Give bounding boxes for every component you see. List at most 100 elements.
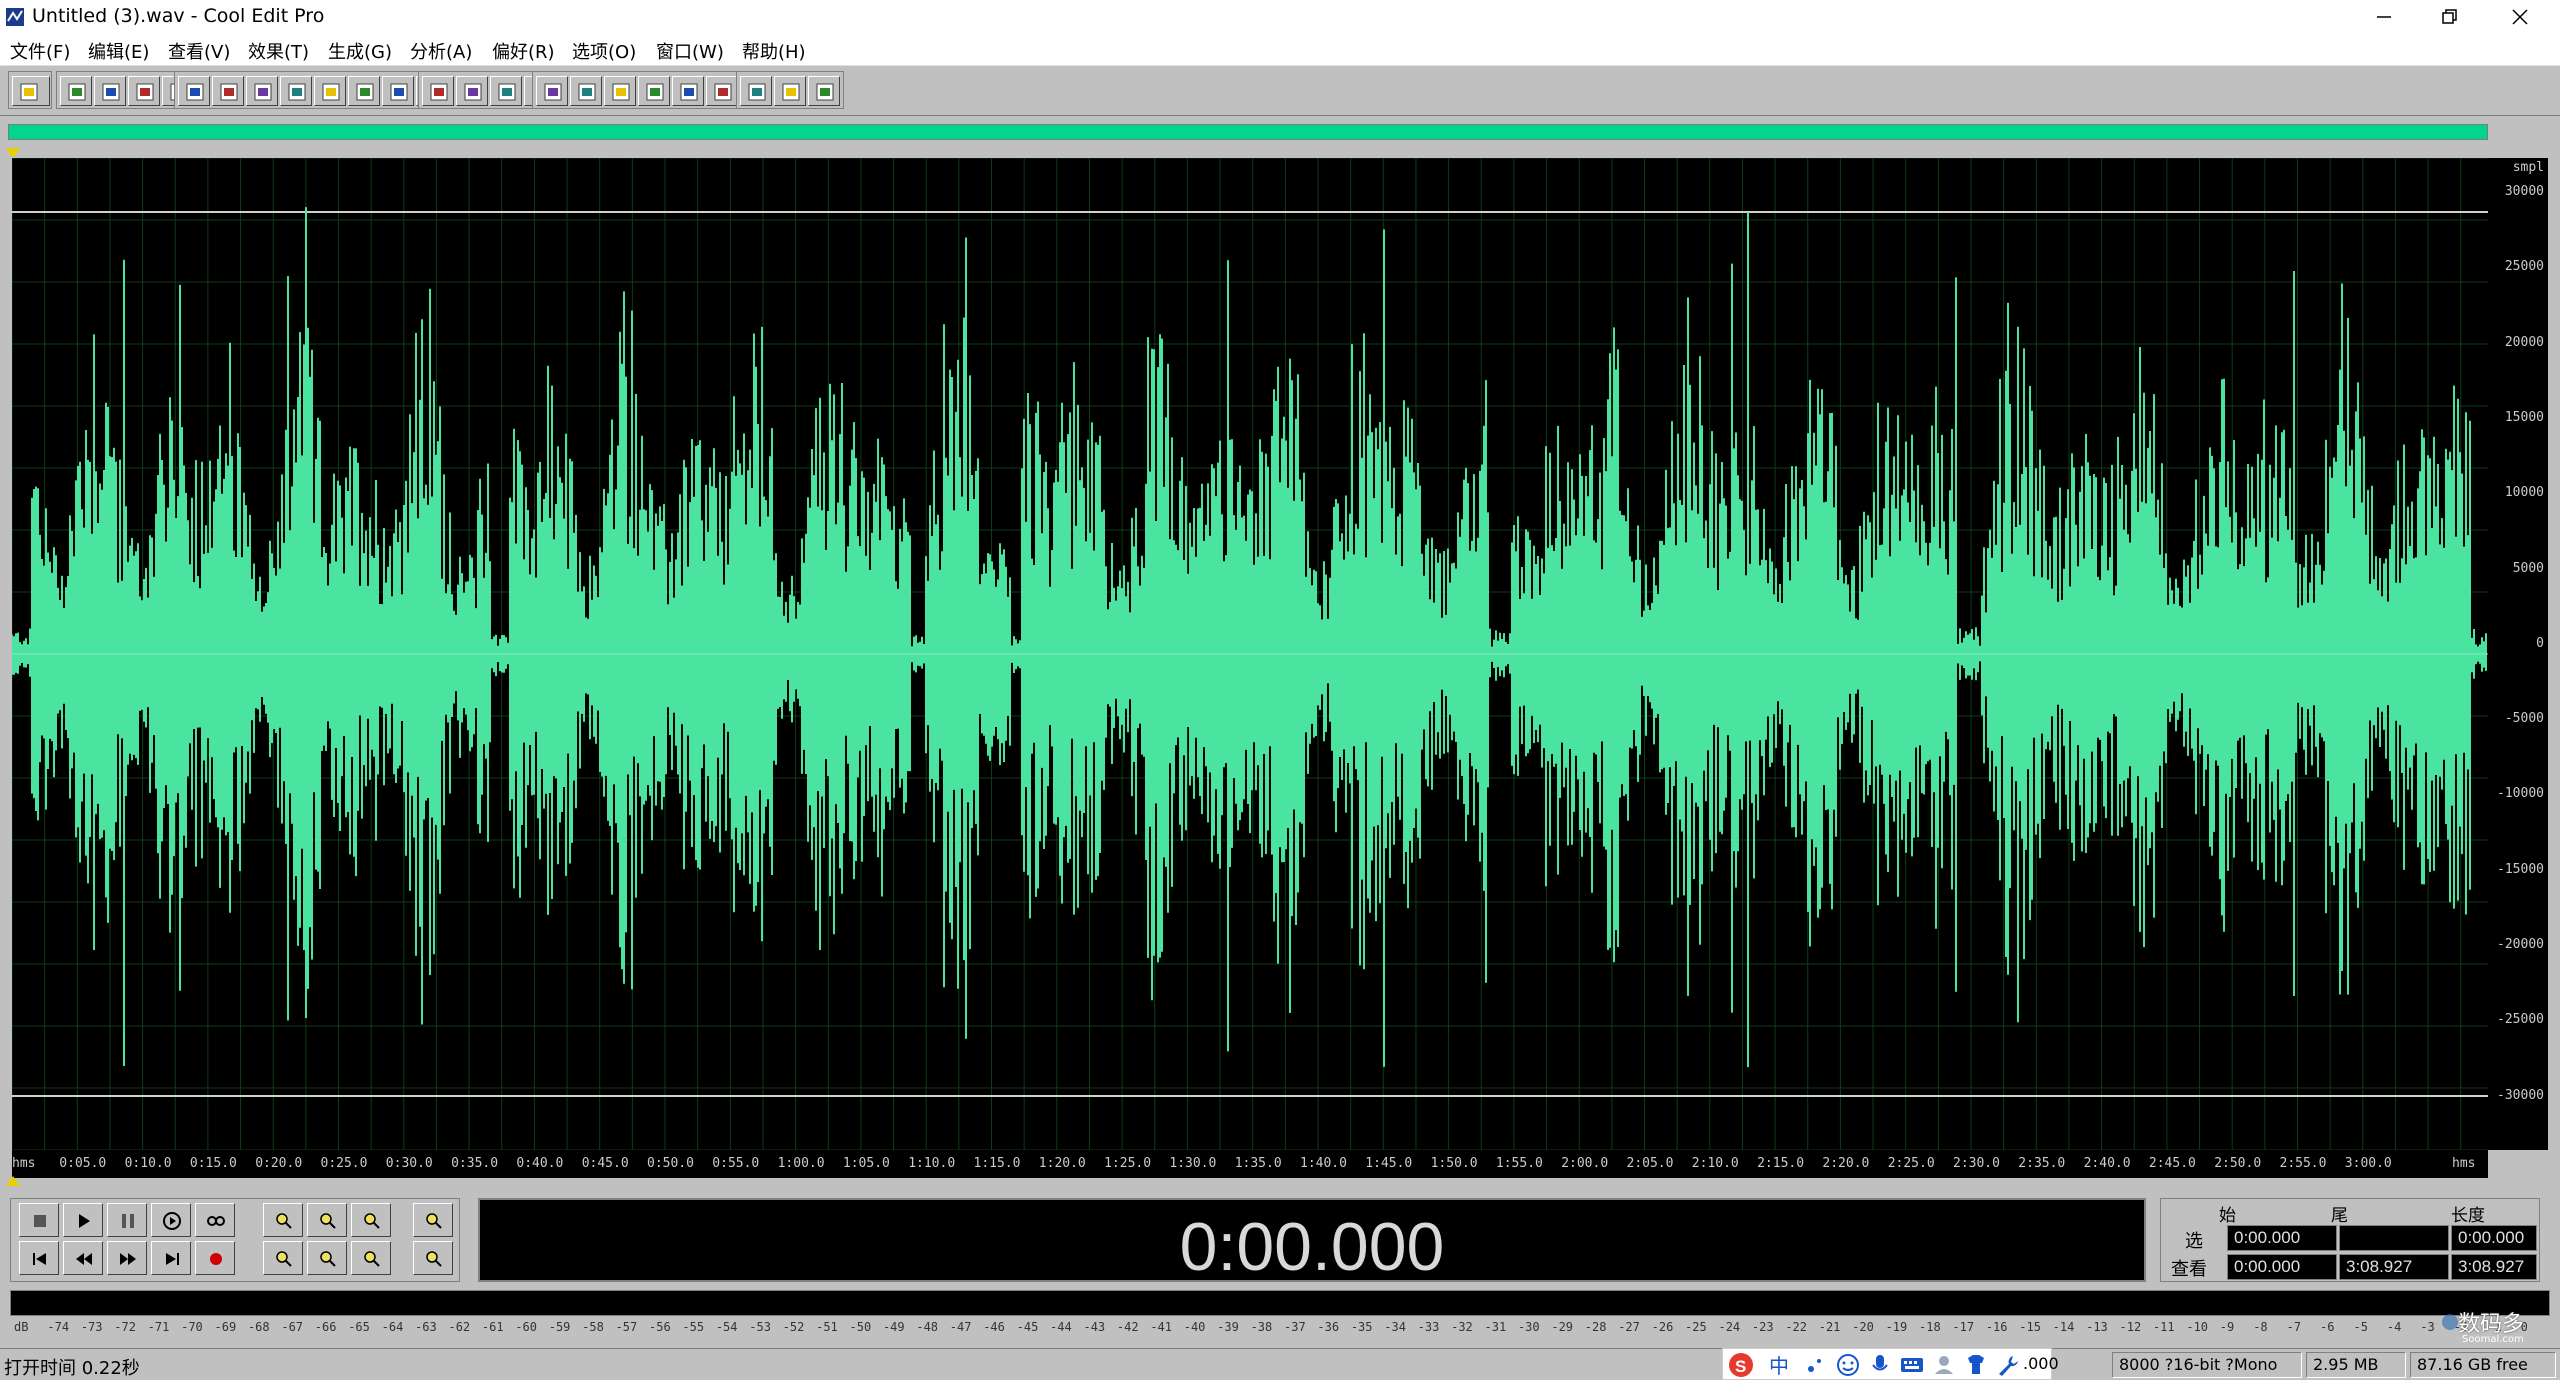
skin-icon[interactable] <box>1963 1352 1989 1378</box>
zoom-out-v-icon <box>426 1251 442 1267</box>
stop-button[interactable] <box>19 1203 59 1237</box>
zoom-full-button[interactable] <box>351 1203 391 1237</box>
go-to-end-button[interactable] <box>151 1241 191 1275</box>
sample-tick-label: 20000 <box>2504 334 2544 350</box>
restore-button[interactable] <box>2420 0 2480 34</box>
close-button[interactable] <box>2490 0 2550 34</box>
cd-deck-button[interactable] <box>12 76 50 106</box>
menu-file[interactable]: 文件(F) <box>10 38 70 64</box>
view-begin-field[interactable]: 0:00.000 <box>2227 1254 2337 1280</box>
view-length-field[interactable]: 3:08.927 <box>2451 1254 2537 1280</box>
overview-bar[interactable] <box>8 124 2488 140</box>
level-tick-label: -30 <box>1517 1320 1540 1334</box>
waveform-display[interactable] <box>12 158 2488 1150</box>
envelope-button[interactable] <box>570 76 602 106</box>
pause-button[interactable] <box>107 1203 147 1237</box>
zoom-left-button[interactable] <box>263 1241 303 1275</box>
go-to-start-button[interactable] <box>19 1241 59 1275</box>
microphone-icon[interactable] <box>1867 1352 1893 1378</box>
sample-tick-label: 30000 <box>2504 184 2544 199</box>
level-tick-label: -48 <box>916 1320 939 1334</box>
play-button[interactable] <box>63 1203 103 1237</box>
menu-analyze[interactable]: 分析(A) <box>410 38 472 64</box>
snap-icon <box>498 83 516 101</box>
redo-button[interactable] <box>212 76 244 106</box>
time-tick-label: 2:00.0 <box>1561 1156 1609 1171</box>
record-button[interactable] <box>195 1241 235 1275</box>
cut-button[interactable] <box>246 76 278 106</box>
sample-tick-label: -20000 <box>2497 937 2544 952</box>
zoom-right-button[interactable] <box>307 1241 347 1275</box>
level-tick-label: -59 <box>548 1320 571 1334</box>
view-end-field[interactable]: 3:08.927 <box>2339 1254 2449 1280</box>
rewind-button[interactable] <box>63 1241 103 1275</box>
menu-window[interactable]: 窗口(W) <box>656 38 724 64</box>
sel-end-field[interactable] <box>2339 1225 2449 1251</box>
menu-generate[interactable]: 生成(G) <box>328 38 392 64</box>
keyboard-icon[interactable] <box>1899 1352 1925 1378</box>
graph-button[interactable] <box>422 76 454 106</box>
redo-icon <box>220 83 238 101</box>
level-tick-label: -73 <box>80 1320 103 1334</box>
settings-wrench-icon[interactable] <box>1995 1352 2021 1378</box>
undo-button[interactable] <box>178 76 210 106</box>
level-tick-label: -74 <box>47 1320 70 1334</box>
copy-button[interactable] <box>280 76 312 106</box>
fast-forward-button[interactable] <box>107 1241 147 1275</box>
play-button[interactable] <box>638 76 670 106</box>
start-marker-top[interactable] <box>6 148 20 158</box>
sample-tick-label: -15000 <box>2497 861 2544 877</box>
help-button[interactable] <box>808 76 840 106</box>
noise-button[interactable] <box>604 76 636 106</box>
level-tick-label: -40 <box>1183 1320 1206 1334</box>
find-button[interactable] <box>672 76 704 106</box>
cue-button[interactable] <box>740 76 772 106</box>
punctuation-icon[interactable] <box>1803 1352 1829 1378</box>
menu-view[interactable]: 查看(V) <box>168 38 230 64</box>
user-icon[interactable] <box>1931 1352 1957 1378</box>
paste-button[interactable] <box>314 76 346 106</box>
level-tick-label: -56 <box>649 1320 671 1334</box>
zoom-out-h-button[interactable] <box>307 1203 347 1237</box>
new-file-button[interactable] <box>60 76 92 106</box>
start-marker-bottom[interactable] <box>6 1176 20 1186</box>
sel-begin-field[interactable]: 0:00.000 <box>2227 1225 2337 1251</box>
sel-length-field[interactable]: 0:00.000 <box>2451 1225 2537 1251</box>
snap-button[interactable] <box>490 76 522 106</box>
sample-tick-label: 15000 <box>2504 409 2544 425</box>
frequency-button[interactable] <box>536 76 568 106</box>
zoom-full-icon <box>364 1213 380 1229</box>
menu-help[interactable]: 帮助(H) <box>742 38 806 64</box>
trim-button[interactable] <box>348 76 380 106</box>
zero-cross-button[interactable] <box>456 76 488 106</box>
zoom-in-v-button[interactable] <box>413 1203 453 1237</box>
emoji-icon[interactable] <box>1835 1352 1861 1378</box>
menu-edit[interactable]: 编辑(E) <box>88 38 149 64</box>
zoom-sel-button[interactable] <box>351 1241 391 1275</box>
time-display: 0:00.000 <box>478 1198 2146 1285</box>
zoom-in-h-button[interactable] <box>263 1203 303 1237</box>
ime-language[interactable]: 中 <box>1769 1350 1789 1379</box>
sogou-logo-icon[interactable]: S <box>1727 1352 1757 1378</box>
open-file-button[interactable] <box>94 76 126 106</box>
level-tick-label: -35 <box>1350 1320 1373 1334</box>
status-free: 87.16 GB free <box>2410 1352 2556 1378</box>
time-button[interactable] <box>706 76 738 106</box>
menu-options[interactable]: 选项(O) <box>572 38 636 64</box>
script-button[interactable] <box>774 76 806 106</box>
play-to-end-button[interactable] <box>151 1203 191 1237</box>
level-tick-label: -55 <box>682 1320 705 1334</box>
sample-tick-label: -5000 <box>2504 711 2544 727</box>
menu-favorites[interactable]: 偏好(R) <box>492 38 555 64</box>
level-tick-label: -42 <box>1116 1320 1139 1334</box>
time-tick-label: 2:55.0 <box>2279 1156 2327 1171</box>
sample-unit-label: smpl <box>2512 160 2544 175</box>
status-size: 2.95 MB <box>2306 1352 2406 1378</box>
zoom-out-v-button[interactable] <box>413 1241 453 1275</box>
loop-button[interactable] <box>195 1203 235 1237</box>
minimize-button[interactable] <box>2354 0 2414 34</box>
time-tick-label: 0:40.0 <box>516 1156 564 1171</box>
menu-effects[interactable]: 效果(T) <box>248 38 309 64</box>
save-button[interactable] <box>128 76 160 106</box>
delete-button[interactable] <box>382 76 414 106</box>
